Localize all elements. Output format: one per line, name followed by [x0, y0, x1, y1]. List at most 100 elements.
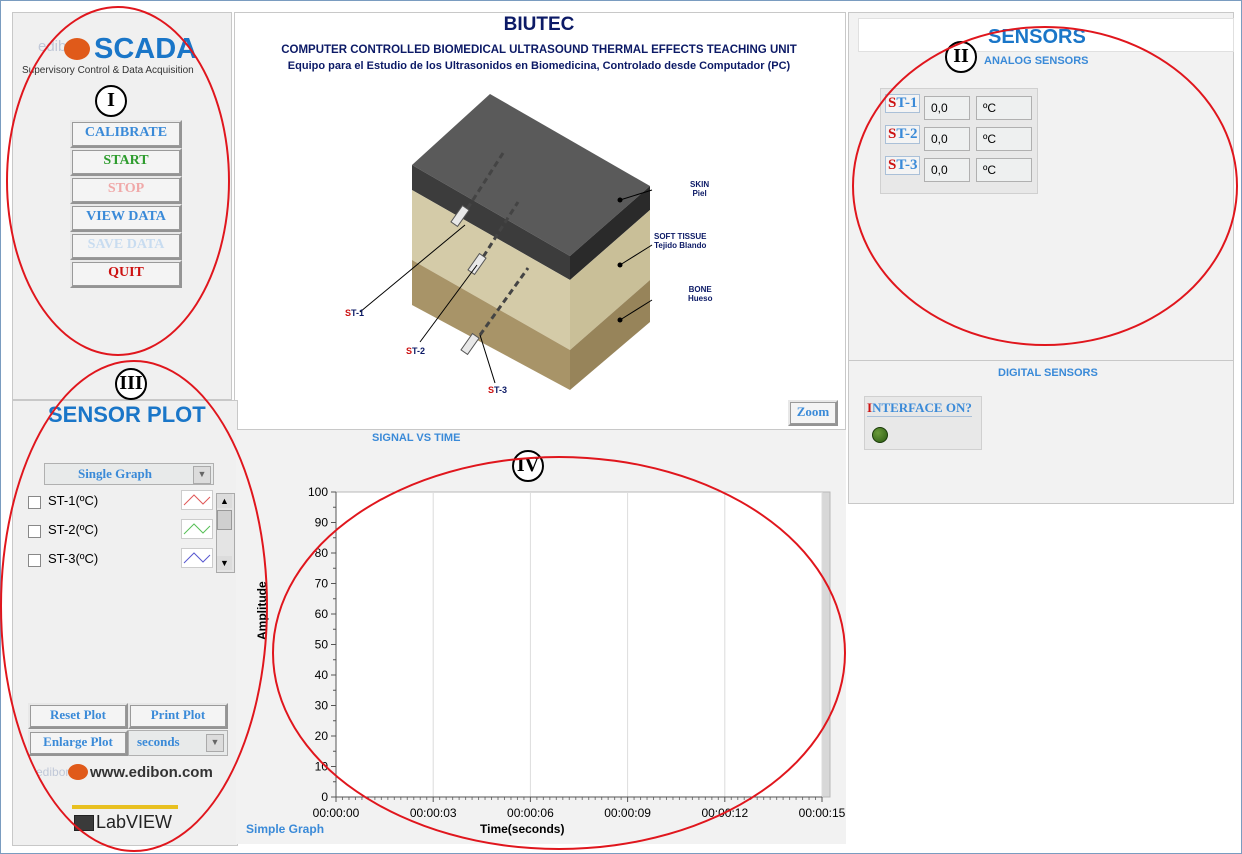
marker-1: I — [95, 85, 127, 117]
chevron-down-icon[interactable]: ▼ — [193, 466, 211, 484]
st3-channel-label: ST-3(ºC) — [48, 551, 99, 566]
st2-diagram-label: ST-2 — [406, 346, 425, 356]
soft-label-es: Tejido Blando — [654, 241, 707, 250]
edibon-logo-dot — [64, 38, 90, 60]
st1-value: 0,0 — [924, 96, 970, 120]
scroll-thumb[interactable] — [217, 510, 232, 530]
st2-unit: ºC — [976, 127, 1032, 151]
skin-label: SKIN Piel — [690, 180, 709, 198]
st3-diagram-label: ST-3 — [488, 385, 507, 395]
st1-checkbox[interactable] — [28, 496, 41, 509]
soft-label-en: SOFT TISSUE — [654, 232, 707, 241]
sensor-plot-title: SENSOR PLOT — [48, 402, 206, 427]
y-tick-label: 70 — [315, 577, 329, 591]
st3-unit: ºC — [976, 158, 1032, 182]
scroll-down-icon[interactable]: ▼ — [217, 556, 232, 570]
bone-label-es: Hueso — [688, 294, 713, 303]
interface-led-indicator — [872, 427, 888, 443]
quit-button[interactable]: QUIT — [70, 260, 182, 288]
chart-xlabel: Time(seconds) — [480, 822, 565, 836]
bone-leader-dot — [617, 317, 623, 323]
st2-channel-label: ST-2(ºC) — [48, 522, 99, 537]
analog-sensors-title: ANALOG SENSORS — [984, 55, 1089, 67]
chart-caption: Simple Graph — [246, 822, 325, 836]
reset-plot-button[interactable]: Reset Plot — [28, 703, 128, 729]
zoom-button[interactable]: Zoom — [788, 400, 838, 426]
interface-on-label: INTERFACE ON? — [867, 400, 972, 417]
st1-unit: ºC — [976, 96, 1032, 120]
st2-line-icon — [181, 519, 213, 539]
edibon-footer-logo: edibon — [36, 765, 72, 779]
save-data-button[interactable]: SAVE DATA — [70, 232, 182, 260]
x-tick-label: 00:00:15 — [799, 806, 846, 820]
view-data-button[interactable]: VIEW DATA — [70, 204, 182, 232]
labview-label: LabVIEW — [96, 812, 173, 832]
x-tick-label: 00:00:03 — [410, 806, 457, 820]
page-subtitle-en: COMPUTER CONTROLLED BIOMEDICAL ULTRASOUN… — [281, 44, 797, 56]
time-unit-chevron-icon[interactable]: ▼ — [206, 734, 224, 752]
marker-3: III — [115, 368, 147, 400]
x-tick-label: 00:00:06 — [507, 806, 554, 820]
edibon-footer-dot — [68, 764, 88, 780]
chart-right-bar — [821, 491, 831, 798]
edibon-website: www.edibon.com — [90, 764, 213, 781]
bone-label-en: BONE — [688, 285, 712, 294]
sensors-title: SENSORS — [988, 26, 1086, 48]
x-tick-label: 00:00:12 — [701, 806, 748, 820]
signal-chart: 0 10 20 30 40 50 60 70 80 90 100 00:00:00 00:00:03 00… — [308, 485, 846, 820]
page-title: BIUTEC — [503, 14, 575, 35]
soft-tissue-label: SOFT TISSUE Tejido Blando — [654, 232, 706, 250]
skin-leader-dot — [617, 197, 623, 203]
marker-2: II — [945, 41, 977, 73]
bone-label: BONE Hueso — [688, 285, 712, 303]
st3-diagram-suffix: T-3 — [494, 385, 508, 395]
st1-label: ST-1 — [885, 94, 921, 113]
graph-mode-value: Single Graph — [77, 466, 153, 481]
digital-sensors-title: DIGITAL SENSORS — [998, 367, 1098, 379]
st3-label-suffix: T-3 — [896, 157, 918, 173]
time-unit-select[interactable]: seconds ▼ — [128, 730, 228, 756]
skin-label-es: Piel — [692, 189, 707, 198]
edibon-footer-wordmark: edibon — [36, 765, 73, 779]
probe-3 — [460, 332, 480, 356]
st1-label-suffix: T-1 — [896, 95, 918, 111]
st2-label: ST-2 — [885, 125, 921, 144]
chart-plot-area — [335, 491, 823, 798]
st3-line-icon — [181, 548, 213, 568]
y-tick-label: 10 — [315, 760, 329, 774]
st2-label-suffix: T-2 — [896, 126, 918, 142]
y-tick-label: 80 — [315, 546, 329, 560]
tissue-diagram — [359, 94, 653, 390]
x-tick-label: 00:00:09 — [604, 806, 651, 820]
labview-stripe — [72, 805, 178, 809]
st2-diagram-suffix: T-2 — [412, 346, 426, 356]
st2-value: 0,0 — [924, 127, 970, 151]
st1-diagram-label: ST-1 — [345, 308, 364, 318]
chart-ylabel: Amplitude — [255, 581, 269, 640]
x-tick-label: 00:00:00 — [313, 806, 360, 820]
soft-leader-dot — [617, 262, 623, 268]
st3-value: 0,0 — [924, 158, 970, 182]
y-tick-label: 30 — [315, 699, 329, 713]
scada-label: SCADA — [94, 33, 198, 65]
calibrate-button[interactable]: CALIBRATE — [70, 120, 182, 148]
page-subtitle-es: Equipo para el Estudio de los Ultrasonid… — [287, 60, 791, 72]
y-tick-label: 60 — [315, 607, 329, 621]
interface-on-suffix: NTERFACE ON? — [872, 400, 972, 415]
enlarge-plot-button[interactable]: Enlarge Plot — [28, 730, 128, 756]
st2-checkbox[interactable] — [28, 525, 41, 538]
labview-icon — [74, 815, 94, 831]
st3-checkbox[interactable] — [28, 554, 41, 567]
start-button[interactable]: START — [70, 148, 182, 176]
scroll-up-icon[interactable]: ▲ — [217, 494, 232, 508]
st1-channel-label: ST-1(ºC) — [48, 493, 99, 508]
time-unit-value: seconds — [137, 734, 180, 749]
y-tick-label: 100 — [308, 485, 328, 499]
st1-diagram-suffix: T-1 — [351, 308, 365, 318]
skin-label-en: SKIN — [690, 180, 710, 189]
y-tick-label: 0 — [321, 790, 328, 804]
y-tick-label: 90 — [315, 516, 329, 530]
print-plot-button[interactable]: Print Plot — [128, 703, 228, 729]
graph-mode-select[interactable]: Single Graph ▼ — [44, 463, 214, 485]
stop-button[interactable]: STOP — [70, 176, 182, 204]
